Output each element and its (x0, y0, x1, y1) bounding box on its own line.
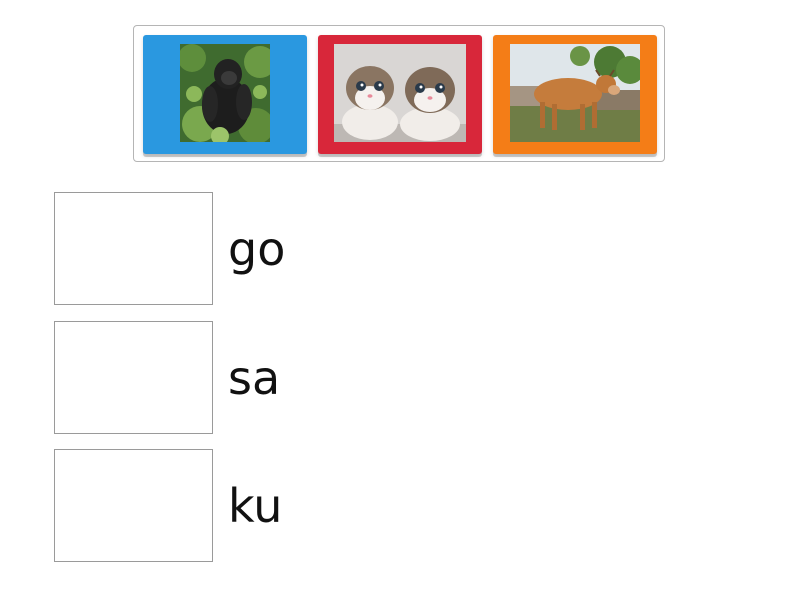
drop-slot-3[interactable] (54, 449, 213, 562)
card-cow[interactable] (493, 35, 657, 154)
drop-slot-2[interactable] (54, 321, 213, 434)
drop-slot-1[interactable] (54, 192, 213, 305)
gorilla-image (180, 44, 270, 142)
card-kittens[interactable] (318, 35, 482, 154)
match-row-1: go (54, 192, 554, 305)
kittens-image (334, 44, 466, 142)
syllable-label-3: ku (228, 478, 283, 533)
syllable-label-1: go (228, 221, 286, 276)
card-gorilla[interactable] (143, 35, 307, 154)
match-row-2: sa (54, 321, 554, 434)
match-row-3: ku (54, 449, 554, 562)
syllable-label-2: sa (228, 350, 281, 405)
cow-image (510, 44, 640, 142)
image-tray (133, 25, 665, 162)
